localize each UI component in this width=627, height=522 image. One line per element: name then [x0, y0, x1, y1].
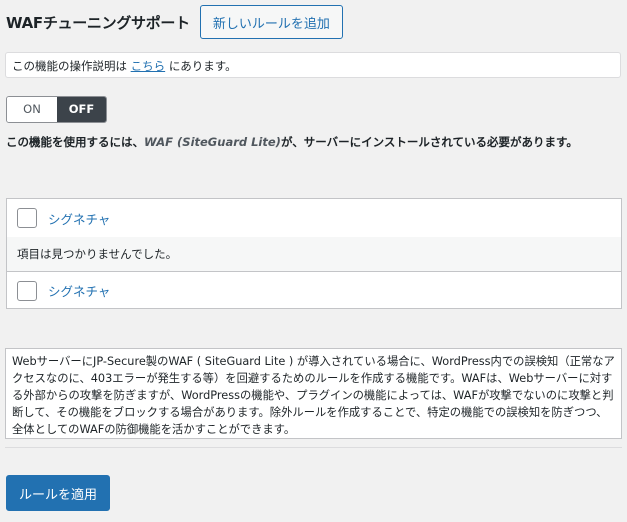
help-notice: この機能の操作説明は こちら にあります。	[5, 52, 621, 78]
requirement-message: この機能を使用するには、WAF (SiteGuard Lite)が、サーバーにイ…	[6, 134, 578, 150]
requirement-suffix: が、サーバーにインストールされている必要があります。	[280, 135, 578, 149]
page-title: WAFチューニングサポート	[6, 13, 190, 32]
signature-table: シグネチャ 項目は見つかりませんでした。 シグネチャ	[6, 198, 622, 309]
notice-suffix: にあります。	[168, 59, 237, 73]
notice-prefix: この機能の操作説明は	[12, 59, 127, 73]
select-all-checkbox[interactable]	[17, 208, 37, 228]
toggle-on-option[interactable]: ON	[7, 97, 57, 122]
add-new-rule-button[interactable]: 新しいルールを追加	[199, 5, 343, 39]
table-footer-row: シグネチャ	[7, 272, 621, 309]
apply-rules-button[interactable]: ルールを適用	[6, 475, 111, 511]
help-link[interactable]: こちら	[131, 59, 166, 73]
signature-column-footer[interactable]: シグネチャ	[48, 281, 110, 300]
feature-description: WebサーバーにJP-Secure製のWAF ( SiteGuard Lite …	[5, 348, 622, 439]
table-empty-row: 項目は見つかりませんでした。	[7, 237, 621, 272]
feature-toggle[interactable]: ON OFF	[6, 96, 107, 123]
signature-column-header[interactable]: シグネチャ	[48, 209, 110, 228]
divider	[5, 447, 622, 448]
table-header-row: シグネチャ	[7, 199, 621, 238]
empty-message: 項目は見つかりませんでした。	[17, 247, 178, 261]
page-header: WAFチューニングサポート 新しいルールを追加	[6, 5, 343, 39]
select-all-footer-checkbox[interactable]	[17, 280, 37, 301]
requirement-prefix: この機能を使用するには、	[6, 135, 144, 149]
toggle-off-option[interactable]: OFF	[57, 97, 106, 122]
requirement-product: WAF (SiteGuard Lite)	[144, 135, 281, 149]
